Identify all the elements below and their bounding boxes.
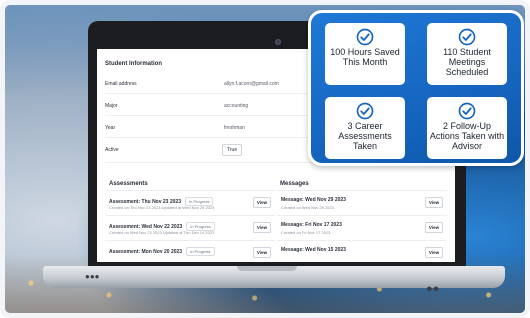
- message-date: Created on Fri Nov 17 2023: [281, 230, 331, 235]
- field-row-active: Active True: [105, 141, 319, 163]
- view-button[interactable]: View: [253, 222, 271, 233]
- stat-card-meetings: 110 Student Meetings Scheduled: [427, 23, 507, 85]
- field-value: freshman: [224, 125, 245, 131]
- view-button[interactable]: View: [253, 247, 271, 258]
- list-item: Assessment: Wed Nov 22 2023 In Progress C…: [105, 215, 275, 239]
- field-row-major: Major accounting: [105, 97, 319, 116]
- check-circle-icon: [458, 28, 476, 46]
- assessment-dates: Created on Thu Nov 23 2023 Updated at We…: [109, 205, 215, 210]
- field-label: Active: [105, 147, 119, 153]
- field-row-year: Year freshman: [105, 119, 319, 138]
- field-row-email: Email address allyn.f.acorn@gmail.com: [105, 75, 319, 94]
- assessment-title-text: Assessment: Mon Nov 20 2023: [109, 249, 183, 255]
- hero-image: Student Information Email address allyn.…: [0, 0, 530, 318]
- list-item: Assessment: Mon Nov 20 2023 In Progress V…: [105, 240, 275, 262]
- view-button[interactable]: View: [425, 222, 443, 233]
- field-label: Year: [105, 125, 116, 131]
- stat-text: 2 Follow-Up Actions Taken with Advisor: [429, 121, 505, 151]
- message-title: Message: Fri Nov 17 2023: [281, 222, 342, 228]
- assessment-dates: Created on Wed Nov 22 2023 Updated at Th…: [109, 230, 215, 235]
- speaker-dots-left: ●●●: [85, 272, 100, 281]
- status-badge: In Progress: [186, 247, 215, 256]
- message-date: Created on Wed Nov 29 2023: [281, 205, 334, 210]
- stat-card-follow-up: 2 Follow-Up Actions Taken with Advisor: [427, 97, 507, 159]
- field-value: allyn.f.acorn@gmail.com: [224, 81, 279, 87]
- messages-title: Messages: [280, 181, 309, 187]
- field-label: Email address: [105, 81, 137, 87]
- view-button[interactable]: View: [253, 197, 271, 208]
- stat-text: 100 Hours Saved This Month: [330, 47, 400, 67]
- field-value: accounting: [224, 103, 249, 109]
- list-item: Message: Fri Nov 17 2023 Created on Fri …: [277, 215, 447, 239]
- message-title: Message: Wed Nov 29 2023: [281, 197, 346, 203]
- list-item: Message: Wed Nov 29 2023 Created on Wed …: [277, 190, 447, 214]
- list-item: Message: Wed Nov 15 2023 View: [277, 240, 447, 262]
- stat-card-hours-saved: 100 Hours Saved This Month: [325, 23, 405, 85]
- list-item: Assessment: Thu Nov 23 2023 In Progress C…: [105, 190, 275, 214]
- speaker-dots-right: ●●: [426, 283, 440, 295]
- field-label: Major: [105, 103, 118, 109]
- stat-text: 110 Student Meetings Scheduled: [443, 47, 491, 77]
- stats-panel: 100 Hours Saved This Month 110 Student M…: [308, 10, 524, 166]
- stat-text: 3 Career Assessments Taken: [338, 121, 392, 151]
- active-status-chip: True: [222, 144, 243, 156]
- stat-card-assessments: 3 Career Assessments Taken: [325, 97, 405, 159]
- check-circle-icon: [458, 102, 476, 120]
- check-circle-icon: [356, 28, 374, 46]
- laptop-notch: [237, 266, 297, 271]
- assessment-title: Assessment: Mon Nov 20 2023 In Progress: [109, 247, 215, 256]
- view-button[interactable]: View: [425, 247, 443, 258]
- webcam-icon: [275, 39, 281, 45]
- view-button[interactable]: View: [425, 197, 443, 208]
- check-circle-icon: [356, 102, 374, 120]
- assessments-title: Assessments: [109, 181, 148, 187]
- student-info-title: Student Information: [105, 61, 162, 67]
- message-title: Message: Wed Nov 15 2023: [281, 247, 346, 253]
